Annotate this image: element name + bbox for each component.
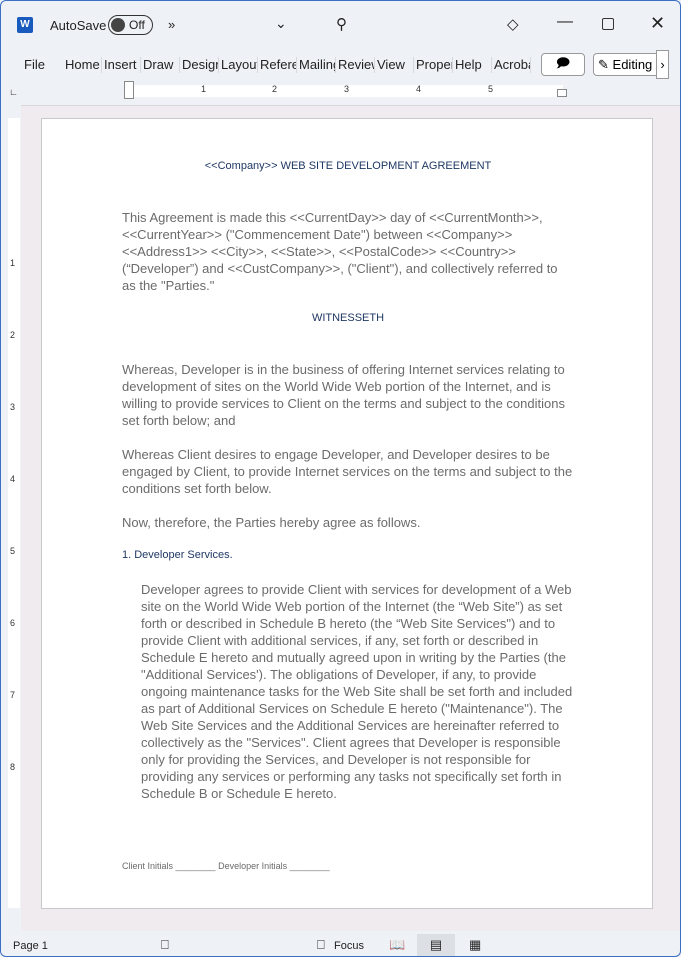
pencil-icon: ✎	[598, 56, 609, 72]
editing-label: Editing	[612, 57, 653, 72]
tab-layout[interactable]: Layout	[220, 57, 258, 73]
ruler-number: 3	[344, 84, 350, 94]
focus-button[interactable]: Focus	[334, 940, 364, 952]
ribbon-scroll-right[interactable]: ›	[656, 50, 669, 79]
document-page[interactable]: <<Company>> WEB SITE DEVELOPMENT AGREEME…	[41, 118, 653, 909]
tab-acrobat[interactable]: Acrobat	[493, 57, 531, 73]
word-logo-icon: W	[17, 17, 33, 33]
focus-icon[interactable]: ⎕	[317, 937, 325, 953]
read-mode-icon[interactable]: 📖	[389, 937, 405, 953]
ruler-number: 7	[10, 690, 16, 700]
section-1-heading: 1. Developer Services.	[122, 549, 233, 561]
tab-mailings[interactable]: Mailings	[298, 57, 336, 73]
proofing-icon[interactable]: ⎕	[161, 937, 169, 953]
tab-stop-selector[interactable]: ∟	[9, 87, 18, 97]
autosave-state: Off	[129, 18, 145, 32]
web-layout-icon[interactable]: ▦	[469, 937, 481, 953]
autosave-label: AutoSave	[50, 18, 107, 33]
ruler-number: 2	[272, 84, 278, 94]
ruler-number: 4	[416, 84, 422, 94]
tab-design[interactable]: Design	[181, 57, 219, 73]
autosave-toggle[interactable]: Off	[108, 15, 153, 35]
intro-paragraph: This Agreement is made this <<CurrentDay…	[122, 210, 558, 293]
tab-home[interactable]: Home	[64, 57, 102, 73]
ruler-number: 3	[10, 402, 16, 412]
maximize-button[interactable]	[602, 18, 614, 30]
tab-draw[interactable]: Draw	[142, 57, 180, 73]
close-button[interactable]: ✕	[650, 13, 665, 34]
minimize-button[interactable]: —	[557, 13, 573, 31]
ruler-number: 2	[10, 330, 16, 340]
title-bar: W AutoSave Off » ⌄ ⚲ ◇ — ✕	[1, 1, 680, 49]
ruler-number: 4	[10, 474, 16, 484]
tab-insert[interactable]: Insert	[103, 57, 141, 73]
more-commands-button[interactable]: »	[168, 17, 175, 32]
status-bar: Page 1 ⎕ ⎕ Focus 📖 ▤ ▦	[1, 934, 680, 956]
section-1-body: Developer agrees to provide Client with …	[141, 582, 573, 801]
tab-view[interactable]: View	[376, 57, 414, 73]
ruler-number: 5	[488, 84, 494, 94]
now-therefore-paragraph: Now, therefore, the Parties hereby agree…	[122, 515, 421, 530]
comment-icon: 🗩	[555, 54, 571, 70]
horizontal-ruler[interactable]: 1 2 3 4 5	[31, 81, 651, 99]
chevron-down-icon[interactable]: ⌄	[275, 15, 287, 32]
ruler-number: 1	[201, 84, 207, 94]
document-title: <<Company>> WEB SITE DEVELOPMENT AGREEME…	[204, 160, 492, 172]
ruler-number: 5	[10, 546, 16, 556]
whereas-paragraph-1: Whereas, Developer is in the business of…	[122, 362, 565, 428]
whereas-paragraph-2: Whereas Client desires to engage Develop…	[122, 447, 573, 496]
diamond-premium-icon[interactable]: ◇	[507, 15, 519, 33]
initials-footer: Client Initials ________ Developer Initi…	[122, 861, 330, 871]
print-layout-icon[interactable]: ▤	[417, 934, 455, 956]
page-indicator[interactable]: Page 1	[13, 940, 48, 952]
ruler-number: 6	[10, 618, 16, 628]
tab-references[interactable]: References	[259, 57, 297, 73]
tab-help[interactable]: Help	[454, 57, 492, 73]
indent-marker[interactable]	[124, 81, 134, 99]
search-icon[interactable]: ⚲	[336, 15, 347, 33]
witnesseth-heading: WITNESSETH	[311, 312, 385, 324]
ruler-number: 1	[10, 258, 16, 268]
tab-review[interactable]: Review	[337, 57, 375, 73]
comments-button[interactable]: 🗩	[541, 53, 585, 76]
ruler-number: 8	[10, 762, 16, 772]
vertical-ruler[interactable]: 1 2 3 4 5 6 7 8	[8, 118, 20, 908]
editing-mode-button[interactable]: ✎ Editing	[593, 53, 663, 76]
tab-file[interactable]: File	[23, 57, 61, 73]
right-indent-marker[interactable]	[557, 89, 567, 97]
tab-properties[interactable]: Properties	[415, 57, 453, 73]
